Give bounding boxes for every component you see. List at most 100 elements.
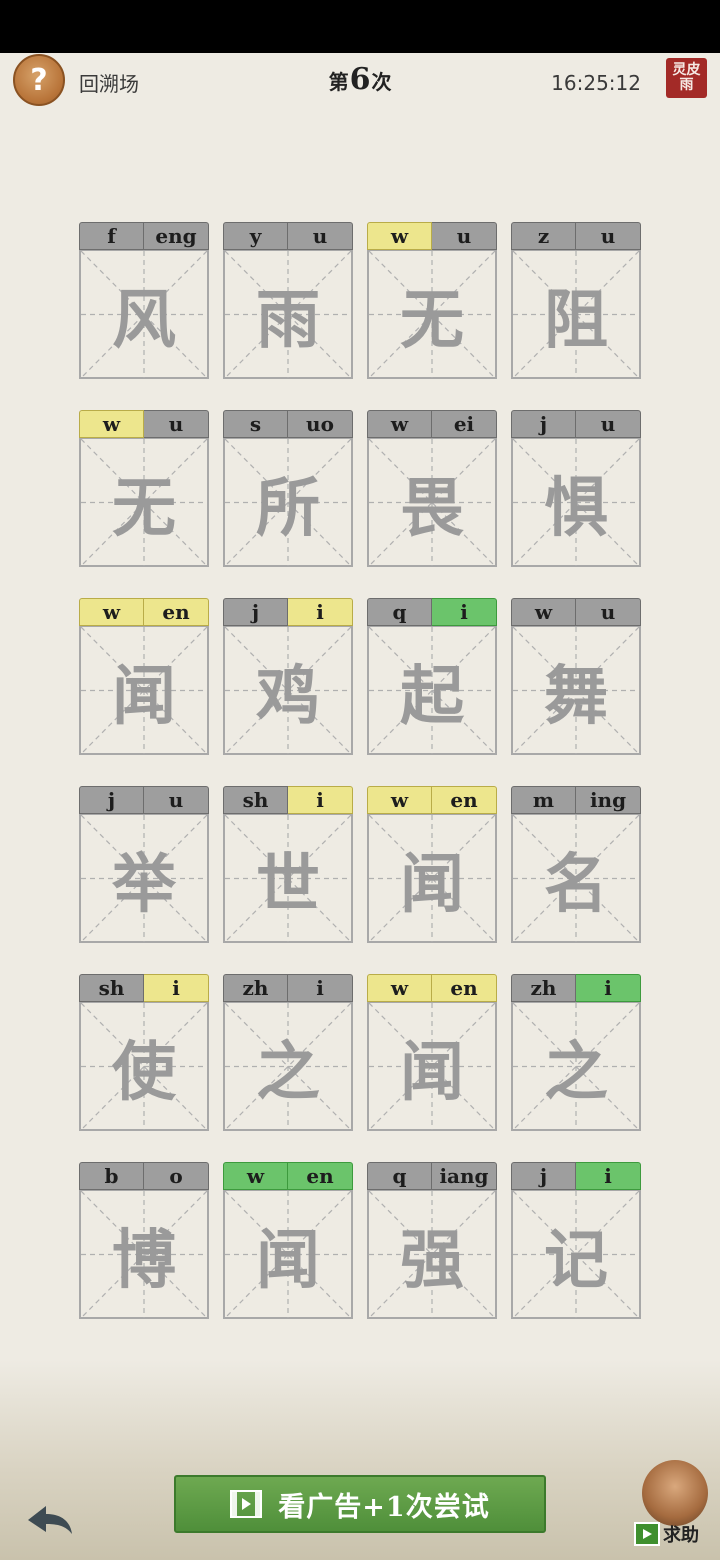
pinyin-initial: j [79, 786, 144, 814]
tianzige-box: 闻 [367, 1002, 497, 1131]
hanzi-character: 闻 [112, 658, 176, 734]
character-card: wu 舞 [511, 598, 641, 755]
pinyin-final: i [288, 974, 353, 1002]
character-card: sh i 使 [79, 974, 209, 1131]
pinyin-initial: j [511, 410, 576, 438]
pinyin-initial: j [223, 598, 288, 626]
tianzige-box: 闻 [79, 626, 209, 755]
video-icon [230, 1490, 263, 1518]
pinyin-final: i [432, 598, 497, 626]
pinyin-initial: zh [223, 974, 288, 1002]
help-request-label: 求助 [663, 1525, 699, 1546]
pinyin-row: w en [223, 1162, 353, 1190]
pinyin-initial: y [223, 222, 288, 250]
pinyin-row: m ing [511, 786, 641, 814]
hanzi-character: 阻 [544, 282, 608, 358]
character-card: bo 博 [79, 1162, 209, 1319]
character-card: wu 无 [367, 222, 497, 379]
pinyin-row: yu [223, 222, 353, 250]
watch-ad-button[interactable]: 看广告+1次尝试 [174, 1475, 546, 1533]
hanzi-character: 舞 [544, 658, 608, 734]
pinyin-final: en [288, 1162, 353, 1190]
help-request-row: 求助 [634, 1520, 712, 1548]
pinyin-initial: s [223, 410, 288, 438]
pinyin-final: u [288, 222, 353, 250]
pinyin-row: wu [511, 598, 641, 626]
pinyin-final: i [576, 974, 641, 1002]
back-arrow-icon[interactable] [24, 1500, 76, 1540]
seal-logo: 灵皮雨 [666, 58, 707, 98]
pinyin-initial: f [79, 222, 144, 250]
tianzige-box: 舞 [511, 626, 641, 755]
hanzi-character: 名 [544, 846, 608, 922]
pinyin-initial: sh [79, 974, 144, 1002]
tianzige-box: 记 [511, 1190, 641, 1319]
hanzi-character: 风 [112, 282, 176, 358]
hanzi-character: 闻 [256, 1222, 320, 1298]
tianzige-box: 闻 [223, 1190, 353, 1319]
character-card: zh i 之 [223, 974, 353, 1131]
pinyin-row: ji [223, 598, 353, 626]
pinyin-initial: w [79, 410, 144, 438]
hanzi-character: 鸡 [256, 658, 320, 734]
pinyin-row: w ei [367, 410, 497, 438]
tianzige-box: 畏 [367, 438, 497, 567]
pinyin-final: u [144, 786, 209, 814]
pinyin-row: sh i [79, 974, 209, 1002]
character-card: qi 起 [367, 598, 497, 755]
pinyin-final: u [144, 410, 209, 438]
character-card: yu 雨 [223, 222, 353, 379]
hanzi-character: 博 [112, 1222, 176, 1298]
hanzi-character: 无 [112, 470, 176, 546]
tianzige-box: 惧 [511, 438, 641, 567]
pinyin-row: qi [367, 598, 497, 626]
pinyin-final: u [576, 598, 641, 626]
pinyin-final: eng [144, 222, 209, 250]
tianzige-box: 之 [511, 1002, 641, 1131]
pinyin-final: u [576, 222, 641, 250]
pinyin-row: s uo [223, 410, 353, 438]
hanzi-character: 无 [400, 282, 464, 358]
hanzi-character: 所 [256, 470, 320, 546]
help-request-button[interactable]: 求助 [634, 1460, 714, 1550]
character-card: w en 闻 [367, 786, 497, 943]
tianzige-box: 所 [223, 438, 353, 567]
tianzige-box: 风 [79, 250, 209, 379]
pinyin-final: i [144, 974, 209, 1002]
tianzige-box: 世 [223, 814, 353, 943]
pinyin-initial: w [79, 598, 144, 626]
character-card: zh i 之 [511, 974, 641, 1131]
tianzige-box: 鸡 [223, 626, 353, 755]
tianzige-box: 闻 [367, 814, 497, 943]
pinyin-final: o [144, 1162, 209, 1190]
pinyin-initial: zh [511, 974, 576, 1002]
pinyin-final: i [288, 598, 353, 626]
pinyin-final: i [576, 1162, 641, 1190]
clock: 16:25:12 [551, 71, 641, 95]
seal-text: 灵皮雨 [672, 62, 701, 93]
pinyin-final: iang [432, 1162, 497, 1190]
pinyin-row: sh i [223, 786, 353, 814]
hanzi-character: 强 [400, 1222, 464, 1298]
pinyin-initial: z [511, 222, 576, 250]
pinyin-initial: w [367, 786, 432, 814]
hanzi-character: 世 [256, 846, 320, 922]
tianzige-box: 阻 [511, 250, 641, 379]
character-card: ji 鸡 [223, 598, 353, 755]
guess-grid: f eng 风 y u 雨 w u 无 z u 阻 w u 无 s uo 所 w ei 畏 j u 惧 w en 闻 j i 鸡 q i 起 w u… [79, 222, 641, 1320]
hanzi-character: 记 [544, 1222, 608, 1298]
character-card: q iang 强 [367, 1162, 497, 1319]
watch-ad-label: 看广告+1次尝试 [278, 1491, 490, 1523]
pinyin-row: bo [79, 1162, 209, 1190]
character-card: s uo 所 [223, 410, 353, 567]
character-card: w ei 畏 [367, 410, 497, 567]
character-card: wu 无 [79, 410, 209, 567]
hanzi-character: 之 [256, 1034, 320, 1110]
video-icon [634, 1522, 660, 1546]
pinyin-row: f eng [79, 222, 209, 250]
pinyin-final: ei [432, 410, 497, 438]
hanzi-character: 之 [544, 1034, 608, 1110]
pinyin-final: en [432, 974, 497, 1002]
character-card: f eng 风 [79, 222, 209, 379]
attempt-suffix: 次 [371, 70, 392, 94]
